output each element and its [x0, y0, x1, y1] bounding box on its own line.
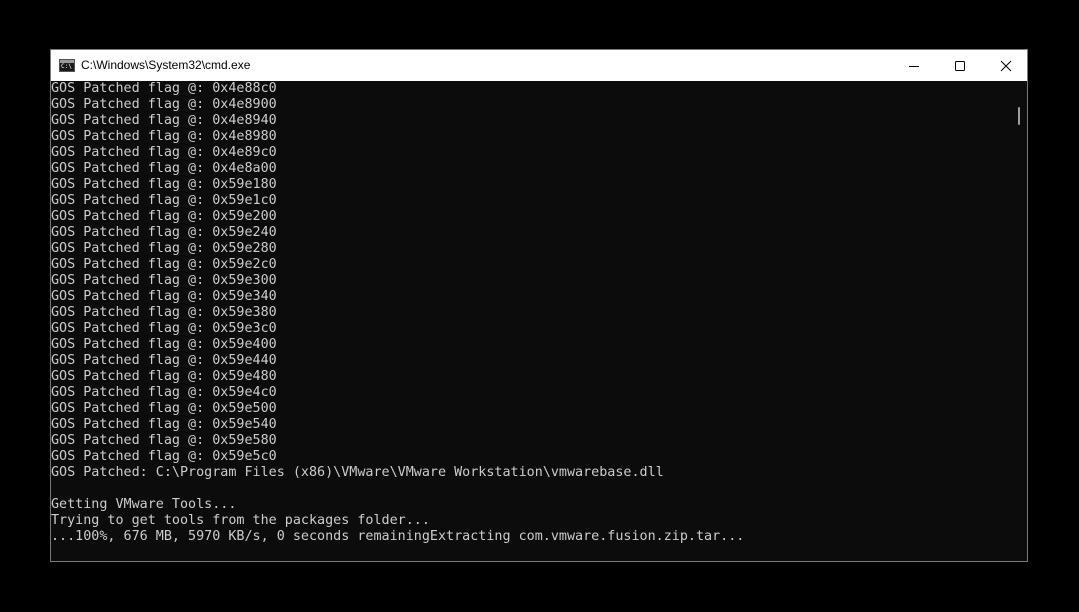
cmd-icon[interactable]: [59, 59, 75, 72]
title-bar[interactable]: C:\Windows\System32\cmd.exe: [51, 50, 1027, 81]
console-line: GOS Patched flag @: 0x59e340: [51, 289, 277, 304]
console-line: GOS Patched flag @: 0x4e89c0: [51, 145, 277, 160]
console-output[interactable]: GOS Patched flag @: 0x4e88c0 GOS Patched …: [51, 81, 1011, 561]
console-line: GOS Patched flag @: 0x59e280: [51, 241, 277, 256]
console-line: GOS Patched flag @: 0x59e180: [51, 177, 277, 192]
window-title: C:\Windows\System32\cmd.exe: [81, 58, 251, 72]
console-line: GOS Patched flag @: 0x59e540: [51, 417, 277, 432]
console-line: GOS Patched flag @: 0x59e3c0: [51, 321, 277, 336]
vertical-scrollbar[interactable]: [1011, 81, 1027, 561]
console-line: Trying to get tools from the packages fo…: [51, 513, 430, 528]
console-line: GOS Patched flag @: 0x59e1c0: [51, 193, 277, 208]
console-line: Getting VMware Tools...: [51, 497, 237, 512]
minimize-icon: [909, 65, 919, 67]
console-line: GOS Patched: C:\Program Files (x86)\VMwa…: [51, 465, 664, 480]
cmd-window: C:\Windows\System32\cmd.exe GOS Patched …: [50, 49, 1028, 562]
close-icon: [1000, 60, 1012, 71]
console-line: GOS Patched flag @: 0x59e380: [51, 305, 277, 320]
console-line: GOS Patched flag @: 0x59e400: [51, 337, 277, 352]
maximize-icon: [955, 60, 965, 71]
console-line: GOS Patched flag @: 0x59e240: [51, 225, 277, 240]
console-line: GOS Patched flag @: 0x59e4c0: [51, 385, 277, 400]
console-line: GOS Patched flag @: 0x4e88c0: [51, 81, 277, 96]
console-line: GOS Patched flag @: 0x59e200: [51, 209, 277, 224]
console-line: GOS Patched flag @: 0x59e2c0: [51, 257, 277, 272]
console-line: GOS Patched flag @: 0x4e8900: [51, 97, 277, 112]
console-line: GOS Patched flag @: 0x59e500: [51, 401, 277, 416]
console-line: GOS Patched flag @: 0x59e580: [51, 433, 277, 448]
console-line: GOS Patched flag @: 0x4e8940: [51, 113, 277, 128]
console-line: GOS Patched flag @: 0x59e5c0: [51, 449, 277, 464]
console-line: GOS Patched flag @: 0x59e480: [51, 369, 277, 384]
console-line: GOS Patched flag @: 0x59e440: [51, 353, 277, 368]
console-line: GOS Patched flag @: 0x4e8a00: [51, 161, 277, 176]
console-line: ...100%, 676 MB, 5970 KB/s, 0 seconds re…: [51, 529, 745, 544]
maximize-button[interactable]: [937, 50, 983, 81]
minimize-button[interactable]: [891, 50, 937, 81]
console-line: GOS Patched flag @: 0x59e300: [51, 273, 277, 288]
scrollbar-thumb[interactable]: [1018, 107, 1020, 125]
close-button[interactable]: [983, 50, 1027, 81]
console-line: GOS Patched flag @: 0x4e8980: [51, 129, 277, 144]
